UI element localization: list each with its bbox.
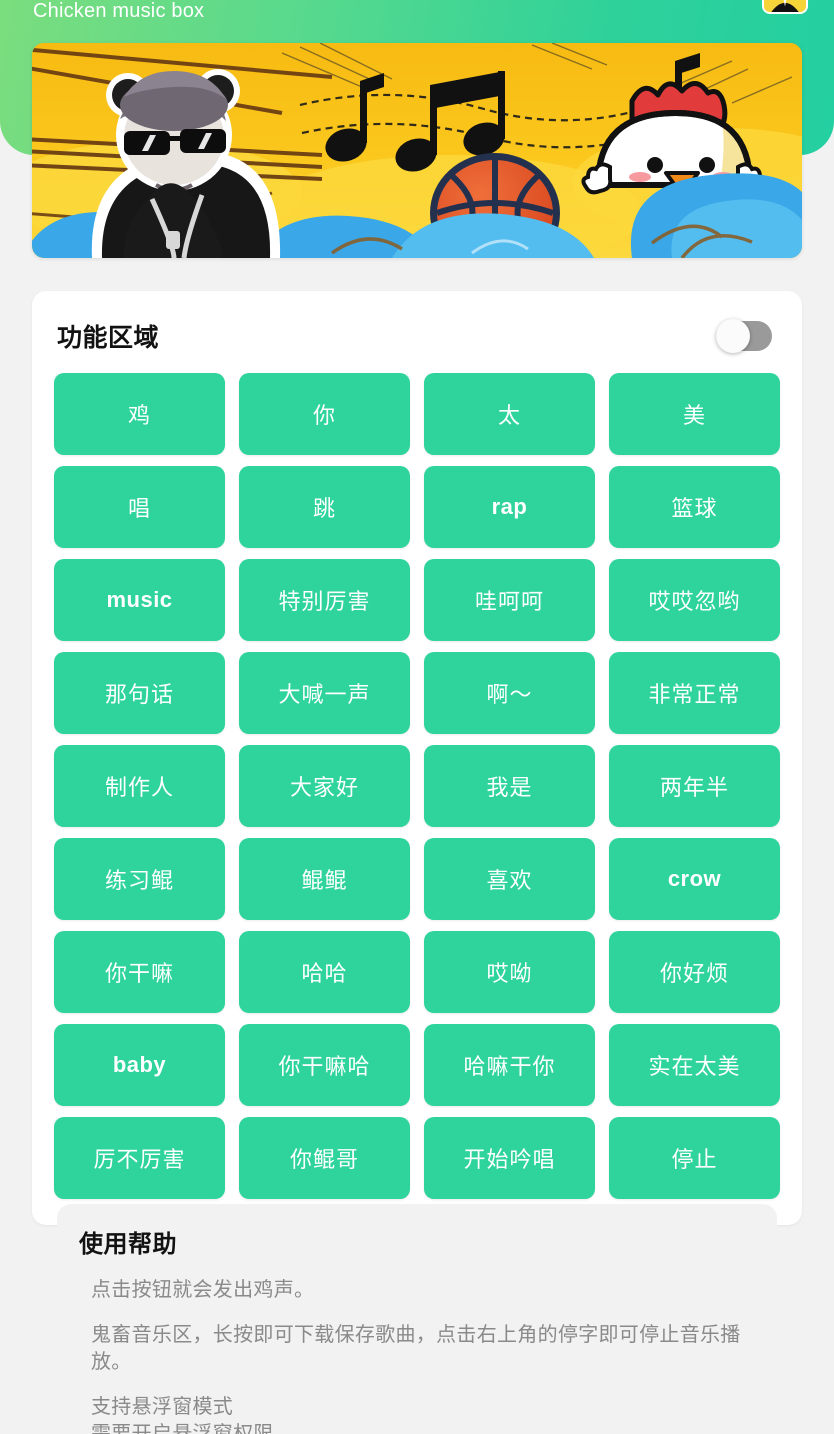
hero-banner-art xyxy=(32,43,802,258)
help-line: 需要开启悬浮窗权限 xyxy=(91,1423,274,1434)
page-title: Chicken music box xyxy=(33,0,205,22)
sound-button[interactable]: 大家好 xyxy=(239,745,410,827)
sound-button[interactable]: 我是 xyxy=(424,745,595,827)
sound-button[interactable]: 那句话 xyxy=(54,652,225,734)
sound-button[interactable]: 你干嘛哈 xyxy=(239,1024,410,1106)
panda-avatar-art xyxy=(764,0,806,12)
sound-button[interactable]: 你 xyxy=(239,373,410,455)
function-card: 功能区域 鸡你太美唱跳 rap 篮球 music 特别厉害 哇呵呵 哎哎忽哟那句话 大喊一声啊… xyxy=(32,291,802,1225)
sound-button[interactable]: crow xyxy=(609,838,780,920)
help-paragraph: 点击按钮就会发出鸡声。 xyxy=(91,1279,315,1301)
sound-button[interactable]: 哈哈 xyxy=(239,931,410,1013)
sound-button[interactable]: rap xyxy=(424,466,595,548)
hero-banner xyxy=(32,43,802,258)
sound-button[interactable]: 唱 xyxy=(54,466,225,548)
sound-button[interactable]: 你鲲哥 xyxy=(239,1117,410,1199)
sound-button[interactable]: 制作人 xyxy=(54,745,225,827)
sound-button[interactable]: 哈嘛干你 xyxy=(424,1024,595,1106)
sound-button[interactable]: 啊～ xyxy=(424,652,595,734)
sound-button[interactable]: 鸡 xyxy=(54,373,225,455)
help-line: 支持悬浮窗模式 xyxy=(91,1396,234,1418)
sound-button[interactable]: 哎呦 xyxy=(424,931,595,1013)
sound-button[interactable]: 大喊一声 xyxy=(239,652,410,734)
sound-button[interactable]: 开始吟唱 xyxy=(424,1117,595,1199)
sound-button[interactable]: 练习鲲 xyxy=(54,838,225,920)
sound-button[interactable]: 特别厉害 xyxy=(239,559,410,641)
help-card: 使用帮助 点击按钮就会发出鸡声。 鬼畜音乐区，长按即可下载保存歌曲，点击右上角的… xyxy=(57,1204,777,1434)
sound-button[interactable]: 厉不厉害 xyxy=(54,1117,225,1199)
sound-button[interactable]: 太 xyxy=(424,373,595,455)
sound-button[interactable]: 停止 xyxy=(609,1117,780,1199)
function-card-header: 功能区域 xyxy=(54,313,780,359)
sound-button-grid: 鸡你太美唱跳 rap 篮球 music 特别厉害 哇呵呵 哎哎忽哟那句话 大喊一声 啊～ 非常正常… xyxy=(54,373,780,1199)
sound-button[interactable]: 哎哎忽哟 xyxy=(609,559,780,641)
toggle-knob xyxy=(716,319,750,353)
sound-button[interactable]: 篮球 xyxy=(609,466,780,548)
sound-button[interactable]: music xyxy=(54,559,225,641)
help-title: 使用帮助 xyxy=(79,1231,177,1258)
sound-button[interactable]: 你干嘛 xyxy=(54,931,225,1013)
sound-button[interactable]: 跳 xyxy=(239,466,410,548)
help-paragraph: 鬼畜音乐区，长按即可下载保存歌曲，点击右上角的停字即可停止音乐播放。 xyxy=(91,1324,741,1373)
sound-button[interactable]: 喜欢 xyxy=(424,838,595,920)
float-window-toggle[interactable] xyxy=(716,319,772,353)
sound-button[interactable]: 实在太美 xyxy=(609,1024,780,1106)
sound-button[interactable]: 你好烦 xyxy=(609,931,780,1013)
sound-button[interactable]: 美 xyxy=(609,373,780,455)
sound-button[interactable]: 哇呵呵 xyxy=(424,559,595,641)
sound-button[interactable]: baby xyxy=(54,1024,225,1106)
function-card-title: 功能区域 xyxy=(57,324,160,352)
sound-button[interactable]: 鲲鲲 xyxy=(239,838,410,920)
panda-avatar[interactable] xyxy=(762,0,808,14)
sound-button[interactable]: 非常正常 xyxy=(609,652,780,734)
sound-button[interactable]: 两年半 xyxy=(609,745,780,827)
